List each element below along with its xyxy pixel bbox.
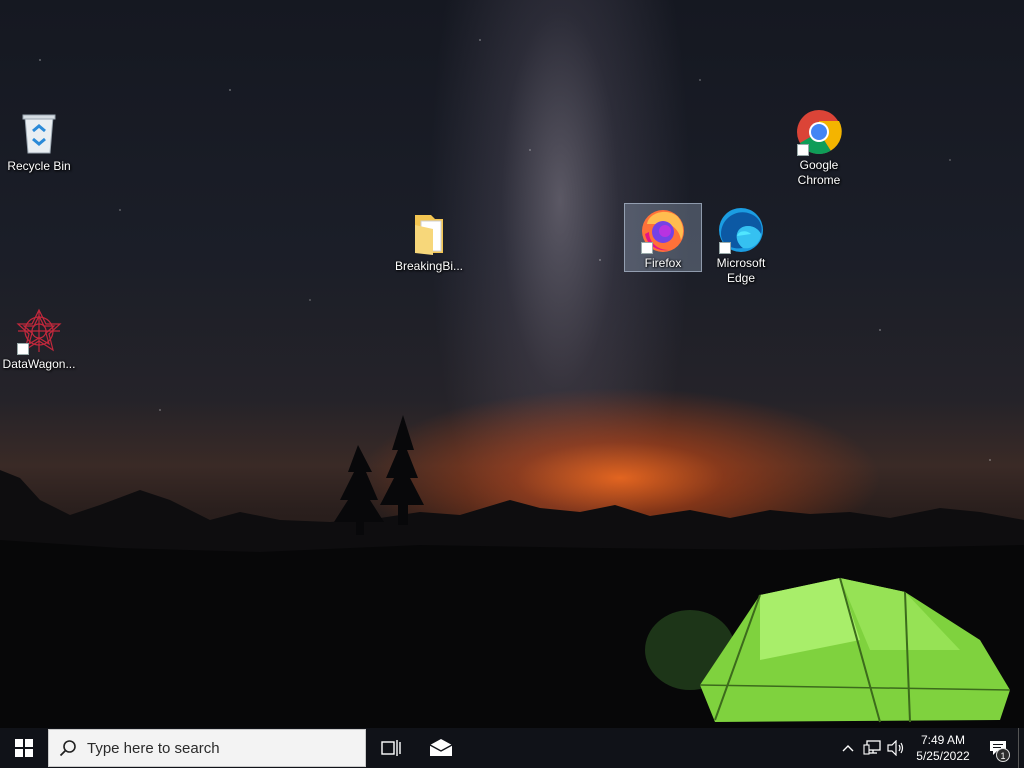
network-button[interactable] [860, 728, 884, 768]
datawagon-icon [15, 307, 63, 355]
clock-date: 5/25/2022 [916, 749, 970, 763]
task-view-button[interactable] [366, 728, 416, 768]
desktop-icon-microsoft-edge[interactable]: Microsoft Edge [702, 203, 780, 287]
show-hidden-icons-button[interactable] [836, 728, 860, 768]
desktop-icon-label: Google Chrome [797, 158, 841, 187]
edge-icon [717, 206, 765, 254]
desktop-icon-label: Firefox [644, 256, 682, 270]
shortcut-arrow-icon [17, 343, 29, 355]
shortcut-arrow-icon [719, 242, 731, 254]
desktop-wallpaper[interactable]: Recycle Bin DataWagon... BreakingBi... F… [0, 0, 1024, 728]
clock-time: 7:49 AM [920, 733, 966, 747]
taskbar: Type here to search 7:49 AM 5/25/2022 1 [0, 728, 1024, 768]
desktop-icon-label: BreakingBi... [394, 259, 464, 273]
system-tray: 7:49 AM 5/25/2022 1 [836, 728, 1024, 768]
firefox-icon [639, 206, 687, 254]
shortcut-arrow-icon [797, 144, 809, 156]
desktop-icon-firefox[interactable]: Firefox [624, 203, 702, 272]
desktop-icon-datawagon[interactable]: DataWagon... [0, 304, 78, 373]
mail-app-button[interactable] [416, 728, 466, 768]
windows-logo-icon [15, 739, 33, 757]
taskbar-clock[interactable]: 7:49 AM 5/25/2022 [908, 728, 978, 768]
action-center-button[interactable]: 1 [978, 728, 1018, 768]
notification-count-badge: 1 [996, 748, 1010, 762]
desktop-icon-breakingbi-folder[interactable]: BreakingBi... [390, 206, 468, 275]
recycle-bin-icon [15, 109, 63, 157]
search-placeholder: Type here to search [87, 739, 220, 757]
desktop-icon-google-chrome[interactable]: Google Chrome [780, 105, 858, 189]
volume-button[interactable] [884, 728, 908, 768]
network-icon [863, 740, 881, 755]
mail-icon [429, 739, 453, 756]
taskbar-search-box[interactable]: Type here to search [48, 729, 366, 767]
shortcut-arrow-icon [641, 242, 653, 254]
folder-icon [405, 209, 453, 257]
landscape-silhouette [0, 415, 1024, 728]
speaker-icon [887, 740, 904, 756]
desktop-icon-label: Microsoft Edge [716, 256, 766, 285]
show-desktop-button[interactable] [1018, 728, 1024, 768]
search-icon [59, 740, 76, 757]
chrome-icon [795, 108, 843, 156]
chevron-up-icon [842, 745, 854, 752]
start-button[interactable] [0, 728, 48, 768]
desktop-icon-recycle-bin[interactable]: Recycle Bin [0, 106, 78, 175]
desktop-icon-label: DataWagon... [2, 357, 76, 371]
task-view-icon [381, 740, 401, 756]
desktop-icon-label: Recycle Bin [7, 159, 71, 173]
